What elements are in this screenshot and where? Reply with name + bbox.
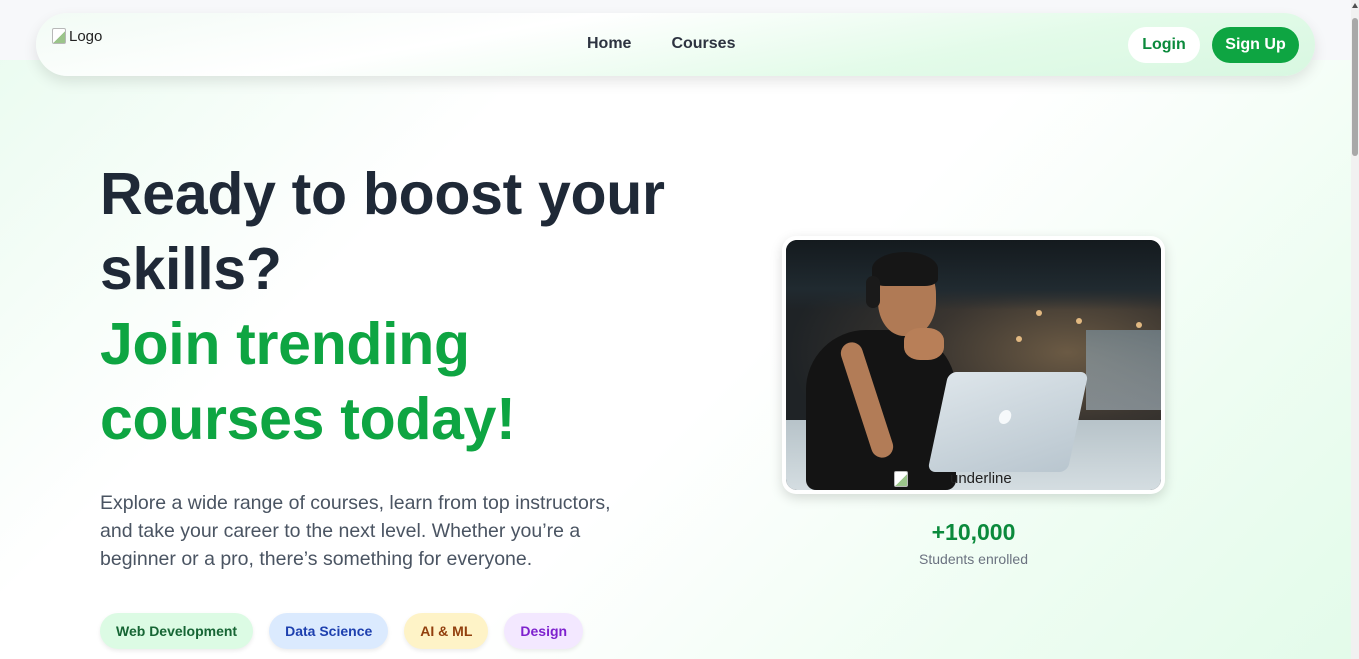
- navbar: Logo Home Courses Login Sign Up: [36, 13, 1315, 76]
- tag-data-science[interactable]: Data Science: [269, 613, 389, 649]
- tag-ai-ml[interactable]: AI & ML: [404, 613, 489, 649]
- photo-window: [1086, 330, 1161, 410]
- tag-design[interactable]: Design: [504, 613, 584, 649]
- scrollbar-thumb[interactable]: [1352, 18, 1358, 156]
- logo-alt-text: Logo: [69, 27, 103, 45]
- hero-title-highlight-line-1: Join trending: [100, 311, 470, 377]
- logo[interactable]: Logo: [52, 27, 102, 45]
- stat-label: Students enrolled: [919, 551, 1028, 567]
- photo-bokeh-light: [1036, 310, 1042, 316]
- scroll-up-arrow-icon[interactable]: [1352, 3, 1358, 8]
- login-button[interactable]: Login: [1128, 27, 1200, 63]
- photo-ceiling: [786, 240, 1161, 310]
- hero-photo: underline: [786, 240, 1161, 490]
- underline-alt-text: underline: [950, 470, 1012, 487]
- apple-logo-icon: [997, 410, 1013, 424]
- photo-bokeh-light: [1076, 318, 1082, 324]
- broken-image-icon: [894, 470, 908, 487]
- photo-bokeh-light: [1136, 322, 1142, 328]
- photo-person-hair: [872, 252, 938, 286]
- photo-laptop: [927, 372, 1089, 472]
- signup-button[interactable]: Sign Up: [1212, 27, 1299, 63]
- hero-title-line-1: Ready to boost your: [100, 161, 665, 227]
- hero-description: Explore a wide range of courses, learn f…: [100, 492, 611, 570]
- stat-number: +10,000: [931, 519, 1016, 545]
- photo-person-hands: [904, 328, 944, 360]
- nav-link-home[interactable]: Home: [587, 35, 631, 53]
- scrollbar[interactable]: [1351, 0, 1359, 659]
- hero-title: Ready to boost your skills? Join trendin…: [100, 157, 720, 457]
- nav-links: Home Courses: [587, 35, 735, 53]
- nav-link-courses[interactable]: Courses: [671, 35, 735, 53]
- category-tags: Web Development Data Science AI & ML Des…: [100, 613, 584, 649]
- hero-image-card: underline: [782, 236, 1165, 494]
- hero-title-highlight-line-2: courses today!: [100, 386, 516, 452]
- headphones-icon: [866, 276, 880, 308]
- photo-bokeh-light: [1016, 336, 1022, 342]
- hero-title-line-2: skills?: [100, 236, 282, 302]
- broken-image-icon: [52, 28, 66, 44]
- underline-image: underline: [894, 470, 1012, 487]
- tag-web-development[interactable]: Web Development: [100, 613, 254, 649]
- page: Logo Home Courses Login Sign Up Ready to…: [0, 0, 1351, 659]
